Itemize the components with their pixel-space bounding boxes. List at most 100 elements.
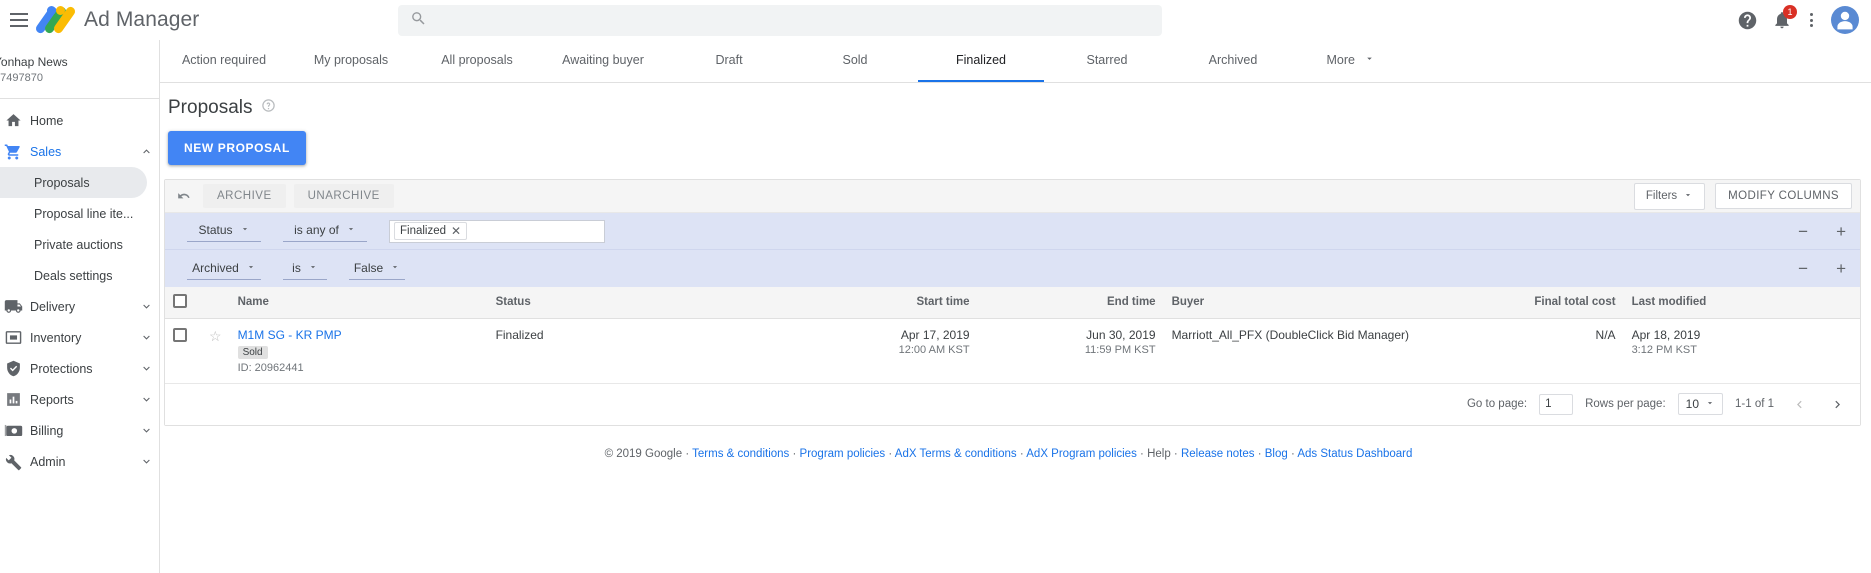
footer-link-release-notes[interactable]: Release notes xyxy=(1181,448,1255,460)
new-proposal-button[interactable]: NEW PROPOSAL xyxy=(168,131,306,165)
add-filter-button[interactable]: + xyxy=(1836,223,1846,240)
footer-link-adx-terms[interactable]: AdX Terms & conditions xyxy=(895,448,1017,460)
rows-per-page-select[interactable]: 10 xyxy=(1677,393,1723,415)
proposal-name-link[interactable]: M1M SG - KR PMP xyxy=(238,328,342,342)
sidebar-item-proposals[interactable]: Proposals xyxy=(0,167,147,198)
row-star-cell: ☆ xyxy=(201,318,230,384)
footer-link-adx-program-policies[interactable]: AdX Program policies xyxy=(1026,448,1137,460)
sidebar-item-sales[interactable]: Sales xyxy=(0,136,159,167)
chevron-down-icon[interactable] xyxy=(133,362,159,375)
toolbar-right-actions: Filters MODIFY COLUMNS xyxy=(1633,182,1852,210)
close-icon[interactable]: ✕ xyxy=(451,225,461,237)
proposal-id: ID: 20962441 xyxy=(237,361,304,374)
filter-row-status: Status is any of Finalized ✕ − + xyxy=(165,213,1860,250)
card-toolbar: ARCHIVE UNARCHIVE Filters MODIFY COLUMNS xyxy=(165,180,1860,213)
footer-link-blog[interactable]: Blog xyxy=(1265,448,1288,460)
star-icon[interactable]: ☆ xyxy=(209,328,222,344)
page-header: Proposals NEW PROPOSAL xyxy=(160,83,1871,165)
sidebar-item-delivery[interactable]: Delivery xyxy=(0,291,159,322)
col-start-time[interactable]: Start time xyxy=(787,287,978,319)
tab-action-required[interactable]: Action required xyxy=(160,39,288,82)
undo-arrow-icon[interactable] xyxy=(173,189,195,203)
search-input[interactable] xyxy=(437,13,1162,28)
sidebar-item-deals-settings[interactable]: Deals settings xyxy=(0,260,159,291)
unarchive-button[interactable]: UNARCHIVE xyxy=(293,184,394,208)
filter-row-controls: − + xyxy=(1798,260,1860,277)
col-end-time[interactable]: End time xyxy=(977,287,1164,319)
modify-columns-button[interactable]: MODIFY COLUMNS xyxy=(1715,183,1852,209)
shield-icon xyxy=(0,360,30,377)
sidebar-item-private-auctions[interactable]: Private auctions xyxy=(0,229,159,260)
chevron-down-icon xyxy=(308,261,318,275)
chevron-up-icon[interactable] xyxy=(133,145,159,158)
sidebar-item-inventory[interactable]: Inventory xyxy=(0,322,159,353)
page-number-input[interactable] xyxy=(1539,393,1574,415)
filter-value-chipbox[interactable]: Finalized ✕ xyxy=(389,219,605,243)
help-circle-icon[interactable] xyxy=(261,97,276,119)
col-buyer[interactable]: Buyer xyxy=(1163,287,1434,319)
tab-all-proposals[interactable]: All proposals xyxy=(414,39,540,82)
tab-more[interactable]: More xyxy=(1296,39,1406,82)
search-bar[interactable] xyxy=(398,5,1162,36)
filter-field-select[interactable]: Status xyxy=(187,220,261,242)
footer-link-terms[interactable]: Terms & conditions xyxy=(692,448,789,460)
next-page-button[interactable] xyxy=(1824,391,1850,417)
filter-value-select[interactable]: False xyxy=(349,258,405,280)
col-name[interactable]: Name xyxy=(229,287,488,319)
tab-my-proposals[interactable]: My proposals xyxy=(288,39,414,82)
col-last-modified[interactable]: Last modified xyxy=(1623,287,1860,319)
prev-page-button[interactable] xyxy=(1786,391,1812,417)
row-checkbox[interactable] xyxy=(173,327,187,342)
cell-last-modified: Apr 18, 2019 3:12 PM KST xyxy=(1623,318,1860,384)
chevron-down-icon[interactable] xyxy=(133,455,159,468)
notifications-icon[interactable]: 1 xyxy=(1772,5,1797,30)
sidebar: Yonhap News 57497870 Home Sales Proposal… xyxy=(0,40,160,573)
truck-icon xyxy=(0,297,30,316)
hamburger-icon[interactable] xyxy=(10,13,28,27)
tab-awaiting-buyer[interactable]: Awaiting buyer xyxy=(540,39,666,82)
col-final-total-cost[interactable]: Final total cost xyxy=(1433,287,1624,319)
sidebar-item-reports[interactable]: Reports xyxy=(0,384,159,415)
filter-operator-select[interactable]: is xyxy=(283,258,327,280)
rows-per-page-label: Rows per page: xyxy=(1585,398,1666,410)
table-row[interactable]: ☆ M1M SG - KR PMP Sold ID: 20962441 Fina… xyxy=(165,318,1860,384)
chevron-down-icon[interactable] xyxy=(133,331,159,344)
sidebar-item-proposal-line-items[interactable]: Proposal line ite... xyxy=(0,198,159,229)
remove-filter-button[interactable]: − xyxy=(1798,260,1808,277)
select-all-checkbox[interactable] xyxy=(173,293,187,308)
chevron-down-icon[interactable] xyxy=(133,300,159,313)
filter-operator-select[interactable]: is any of xyxy=(283,220,367,242)
remove-filter-button[interactable]: − xyxy=(1798,223,1808,240)
cell-buyer: Marriott_All_PFX (DoubleClick Bid Manage… xyxy=(1163,318,1434,384)
bar-chart-icon xyxy=(0,391,30,408)
sidebar-item-billing[interactable]: Billing xyxy=(0,415,159,446)
filters-button[interactable]: Filters xyxy=(1633,182,1706,210)
add-filter-button[interactable]: + xyxy=(1836,260,1846,277)
filter-field-select[interactable]: Archived xyxy=(187,258,261,280)
archive-button[interactable]: ARCHIVE xyxy=(203,184,286,208)
money-icon xyxy=(0,421,30,440)
chevron-down-icon[interactable] xyxy=(133,424,159,437)
ad-manager-logo xyxy=(34,5,77,35)
sidebar-item-admin[interactable]: Admin xyxy=(0,446,159,477)
tab-archived[interactable]: Archived xyxy=(1170,39,1296,82)
tab-finalized[interactable]: Finalized xyxy=(918,39,1044,82)
footer-link-ads-status-dashboard[interactable]: Ads Status Dashboard xyxy=(1297,448,1412,460)
table-header: Name Status Start time End time Buyer Fi… xyxy=(165,287,1860,319)
more-vertical-icon[interactable] xyxy=(1806,13,1817,27)
chevron-down-icon[interactable] xyxy=(133,393,159,406)
sidebar-item-protections[interactable]: Protections xyxy=(0,353,159,384)
avatar[interactable] xyxy=(1831,6,1859,34)
filter-chip[interactable]: Finalized ✕ xyxy=(394,222,468,240)
footer-link-program-policies[interactable]: Program policies xyxy=(800,448,886,460)
tab-sold[interactable]: Sold xyxy=(792,39,918,82)
tab-starred[interactable]: Starred xyxy=(1044,39,1170,82)
top-bar-actions: 1 xyxy=(1737,0,1859,40)
help-icon[interactable] xyxy=(1737,10,1758,31)
end-date: Jun 30, 2019 xyxy=(1086,327,1156,342)
sidebar-item-home[interactable]: Home xyxy=(0,105,159,136)
cell-final-total-cost: N/A xyxy=(1433,318,1624,384)
footer-link-help[interactable]: Help xyxy=(1147,448,1171,460)
col-status[interactable]: Status xyxy=(487,287,788,319)
tab-draft[interactable]: Draft xyxy=(666,39,792,82)
